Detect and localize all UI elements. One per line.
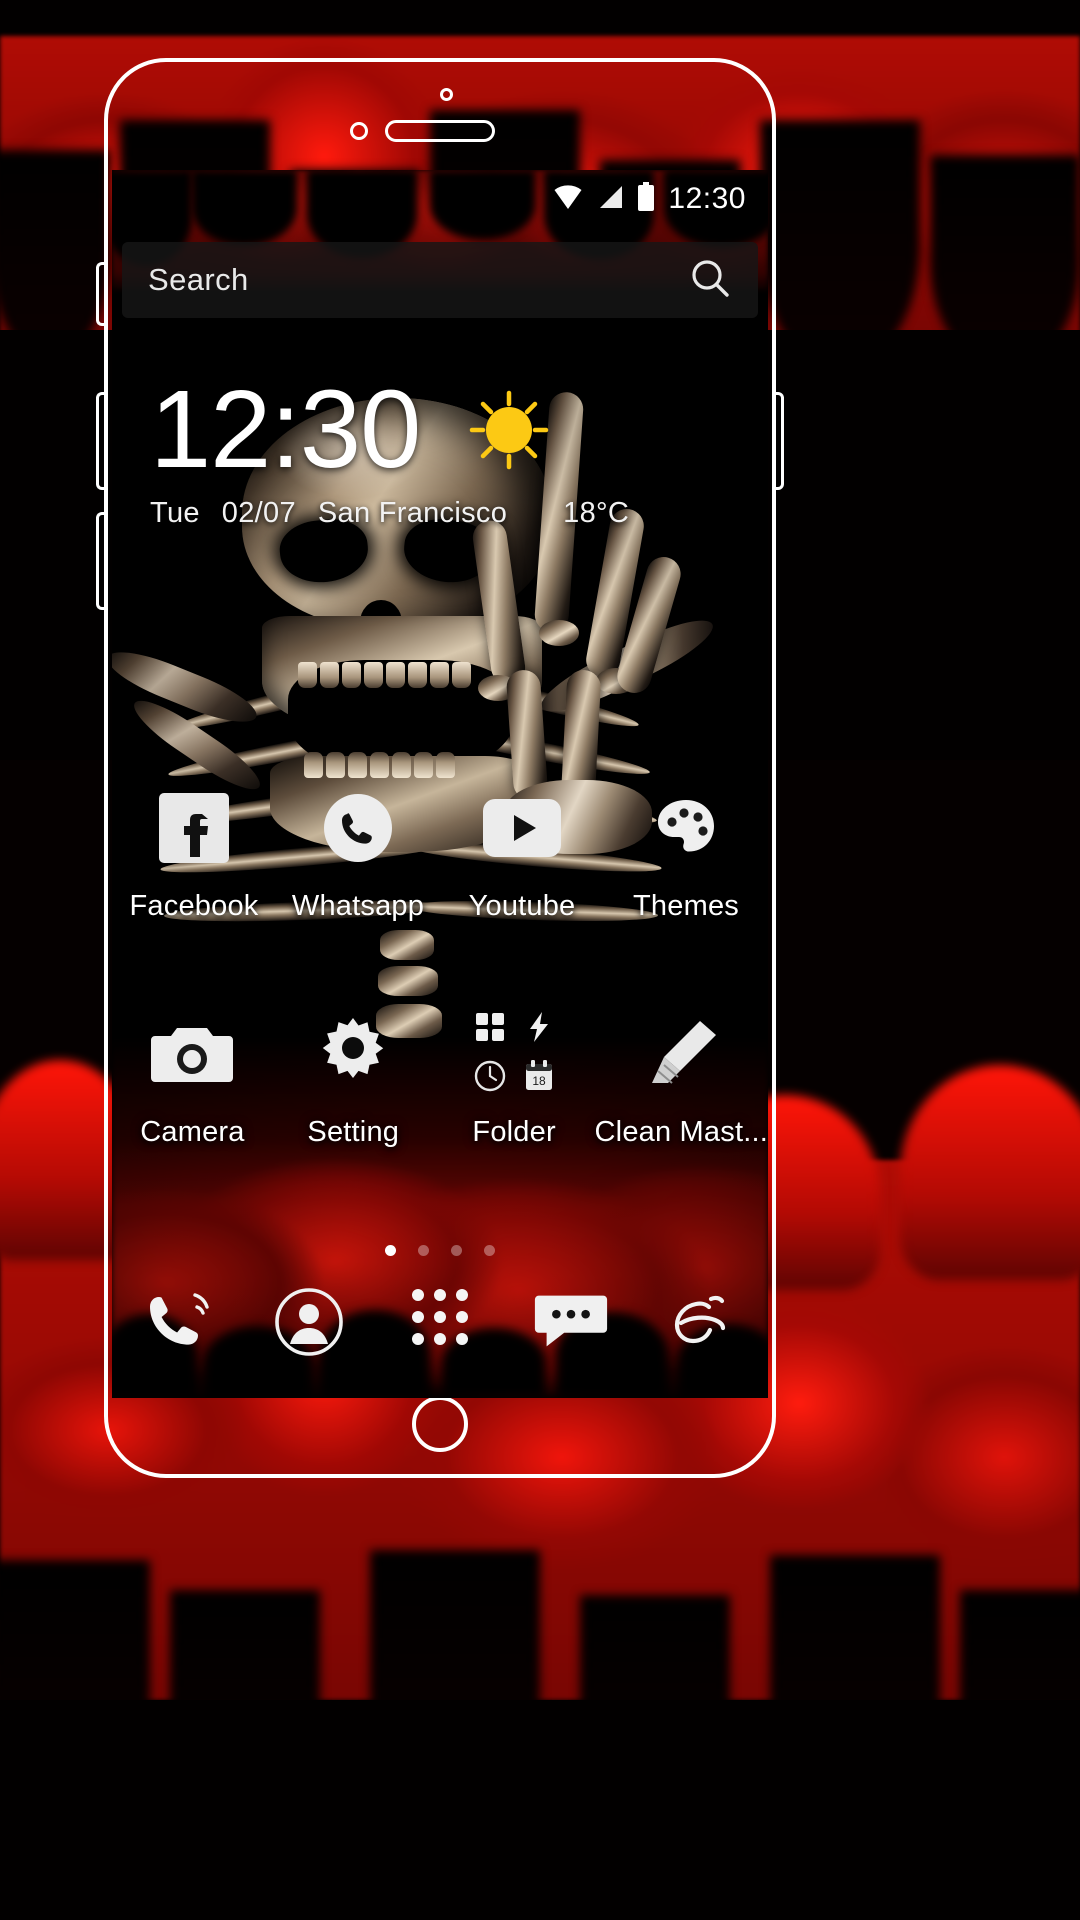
camera-icon[interactable] <box>146 1008 238 1100</box>
dock-item-contacts[interactable] <box>243 1282 374 1362</box>
signal-icon <box>596 184 624 215</box>
app-label-folder: Folder <box>472 1116 556 1148</box>
app-label-youtube: Youtube <box>468 890 576 922</box>
widget-temperature: 18°C <box>563 496 630 529</box>
page-dot-1[interactable] <box>385 1245 396 1256</box>
app-label-setting: Setting <box>307 1116 400 1148</box>
app-setting[interactable]: Setting <box>273 1008 434 1149</box>
widget-date: 02/07 <box>221 496 296 529</box>
apps-grid-icon <box>473 1010 507 1049</box>
browser-icon[interactable] <box>662 1282 742 1362</box>
app-whatsapp[interactable]: Whatsapp <box>276 782 440 923</box>
folder-icon[interactable]: 18 <box>468 1008 560 1100</box>
clock-weather-widget[interactable]: 12:30 Tue 02/07 San Francisco 18°C <box>150 368 710 530</box>
widget-city: San Francisco <box>317 496 508 529</box>
power-button[interactable] <box>772 392 784 490</box>
page-dot-3[interactable] <box>451 1245 462 1256</box>
app-clean-master[interactable]: Clean Mast... <box>595 1008 768 1149</box>
app-facebook[interactable]: Facebook <box>112 782 276 923</box>
calendar-icon: 18 <box>523 1059 555 1098</box>
phone-screen: 12:30 Search 12:30 Tue 02/07 San Francis… <box>112 170 768 1398</box>
widget-day: Tue <box>150 496 200 529</box>
app-youtube[interactable]: Youtube <box>440 782 604 923</box>
search-input[interactable]: Search <box>148 262 688 298</box>
dock-item-messages[interactable] <box>506 1282 637 1362</box>
search-icon[interactable] <box>688 256 732 305</box>
status-bar-clock: 12:30 <box>668 182 746 215</box>
wifi-icon <box>553 184 583 215</box>
volume-up-button[interactable] <box>96 262 108 326</box>
app-label-whatsapp: Whatsapp <box>291 890 425 922</box>
page-dot-2[interactable] <box>418 1245 429 1256</box>
app-label-themes: Themes <box>633 890 739 922</box>
home-button[interactable] <box>412 1396 468 1452</box>
page-indicator[interactable] <box>112 1245 768 1256</box>
app-row-2: Camera Setting 18 Folder Clean Mast... <box>112 1008 768 1149</box>
themes-icon[interactable] <box>640 782 732 874</box>
app-camera[interactable]: Camera <box>112 1008 273 1149</box>
dock-bar <box>112 1282 768 1362</box>
flash-icon <box>524 1010 554 1049</box>
dock-item-phone[interactable] <box>112 1282 243 1362</box>
dock-item-app-drawer[interactable] <box>374 1282 505 1362</box>
contacts-icon[interactable] <box>269 1282 349 1362</box>
app-folder[interactable]: 18 Folder <box>434 1008 595 1149</box>
front-camera <box>350 122 368 140</box>
proximity-sensor <box>440 88 453 101</box>
app-label-facebook: Facebook <box>129 890 259 922</box>
widget-clock-time: 12:30 <box>150 368 421 491</box>
youtube-icon[interactable] <box>476 782 568 874</box>
gear-icon[interactable] <box>307 1008 399 1100</box>
calendar-day-number: 18 <box>532 1074 546 1088</box>
volume-down-button[interactable] <box>96 392 108 490</box>
app-themes[interactable]: Themes <box>604 782 768 923</box>
page-dot-4[interactable] <box>484 1245 495 1256</box>
status-bar: 12:30 <box>112 170 768 228</box>
phone-dialer-icon[interactable] <box>138 1282 218 1362</box>
dock-item-browser[interactable] <box>637 1282 768 1362</box>
app-label-camera: Camera <box>140 1116 245 1148</box>
search-bar[interactable]: Search <box>122 242 758 318</box>
clock-icon <box>473 1059 507 1098</box>
app-label-clean-master: Clean Mast... <box>594 1116 768 1148</box>
side-button-left[interactable] <box>96 512 108 610</box>
clean-master-icon[interactable] <box>635 1008 727 1100</box>
messages-icon[interactable] <box>531 1282 611 1362</box>
sun-icon <box>466 387 552 478</box>
app-drawer-icon[interactable] <box>400 1282 480 1362</box>
earpiece-speaker <box>385 120 495 142</box>
app-row-1: Facebook Whatsapp Youtube Themes <box>112 782 768 923</box>
battery-icon <box>637 181 655 217</box>
facebook-icon[interactable] <box>148 782 240 874</box>
whatsapp-phone-icon[interactable] <box>312 782 404 874</box>
